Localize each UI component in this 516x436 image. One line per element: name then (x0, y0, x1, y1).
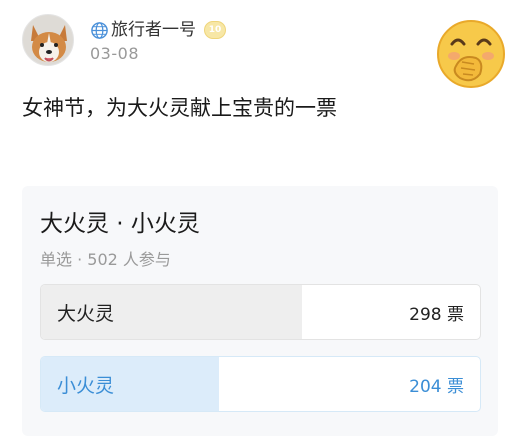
covering-mouth-emoji-icon (437, 20, 505, 88)
poll-title: 大火灵 · 小火灵 (40, 211, 200, 237)
poll-option-2-label: 小火灵 (57, 374, 115, 397)
username-row[interactable]: 旅行者一号 10 (90, 18, 226, 42)
poll-option-1-label: 大火灵 (57, 302, 115, 325)
poll-option-2-votes: 204 票 (409, 376, 464, 397)
poll-option-1[interactable]: 大火灵 298 票 (40, 284, 481, 340)
post-date: 03-08 (90, 44, 139, 63)
corgi-avatar-icon (23, 15, 73, 65)
globe-icon (91, 21, 108, 39)
poll-option-2[interactable]: 小火灵 204 票 (40, 356, 481, 412)
avatar[interactable] (22, 14, 74, 66)
username[interactable]: 旅行者一号 (111, 19, 196, 41)
post-text: 女神节，为大火灵献上宝贵的一票 (22, 96, 337, 120)
post-header: 旅行者一号 10 03-08 (22, 14, 505, 88)
level-badge: 10 (204, 21, 226, 39)
poll-subtitle: 单选 · 502 人参与 (40, 250, 171, 269)
poll-option-1-votes: 298 票 (409, 304, 464, 325)
poll-card: 大火灵 · 小火灵 单选 · 502 人参与 大火灵 298 票 小火灵 204… (22, 186, 498, 436)
